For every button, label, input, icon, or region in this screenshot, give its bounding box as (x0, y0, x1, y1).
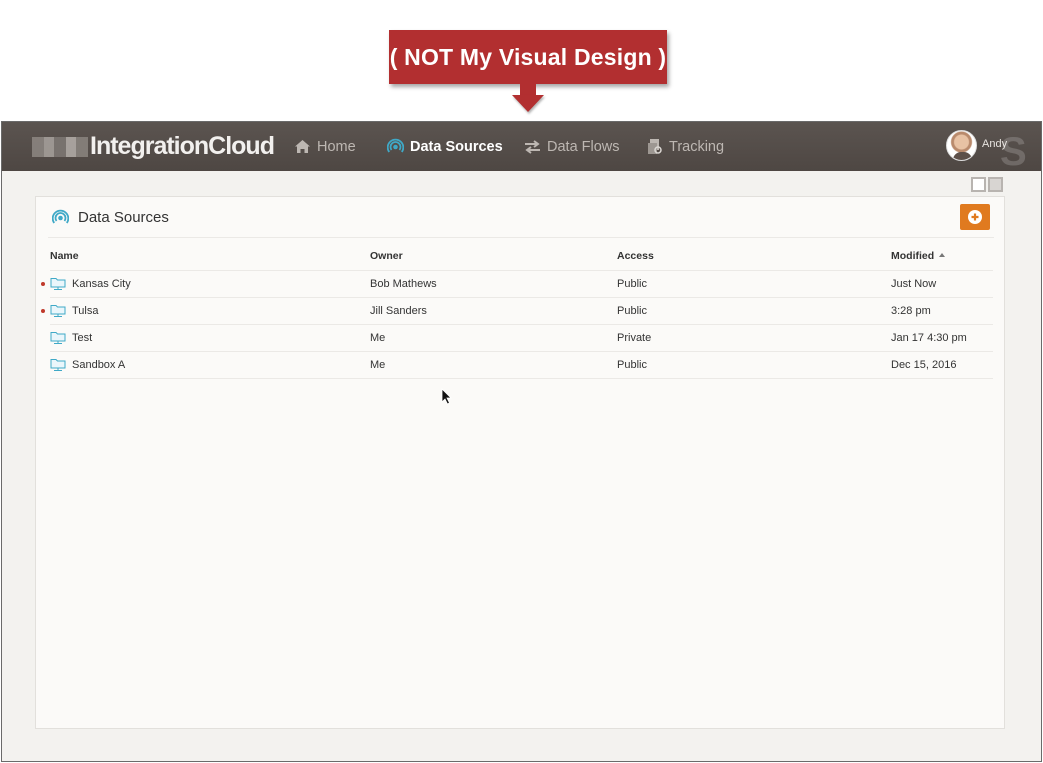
column-header-modified[interactable]: Modified (891, 243, 993, 270)
app-logo-text[interactable]: IntegrationCloud (90, 130, 275, 162)
data-source-link[interactable]: Test (72, 332, 92, 344)
annotation-text: ( NOT My Visual Design ) (389, 43, 667, 70)
blurred-logo-icon (32, 137, 88, 157)
owner-cell: Bob Mathews (370, 269, 617, 297)
nav-home[interactable]: Home (294, 122, 356, 171)
table-row[interactable]: Tulsa Jill Sanders Public 3:28 pm (41, 296, 993, 324)
mouse-cursor-icon (441, 388, 452, 405)
folder-network-icon (50, 278, 66, 290)
folder-network-icon (50, 305, 66, 317)
column-header-owner[interactable]: Owner (370, 243, 617, 270)
access-cell: Public (617, 269, 891, 297)
column-header-name[interactable]: Name (50, 243, 370, 270)
split-pane-icon[interactable] (988, 177, 1003, 192)
annotation-callout: ( NOT My Visual Design ) (389, 30, 667, 84)
nav-data-flows-label: Data Flows (547, 138, 620, 155)
access-cell: Public (617, 350, 891, 379)
app-window: IntegrationCloud Home Data Sources Data … (1, 121, 1042, 762)
access-cell: Public (617, 296, 891, 324)
folder-network-icon (50, 332, 66, 344)
user-avatar[interactable] (946, 130, 977, 161)
column-header-access[interactable]: Access (617, 243, 891, 270)
access-cell: Private (617, 323, 891, 351)
unread-indicator (41, 281, 45, 286)
owner-cell: Me (370, 350, 617, 379)
annotation-arrow-icon (512, 95, 544, 112)
nav-data-sources-label: Data Sources (410, 138, 503, 155)
table-row[interactable]: Sandbox A Me Public Dec 15, 2016 (50, 350, 993, 379)
folder-network-icon (50, 359, 66, 371)
layout-toggle[interactable] (971, 177, 1003, 192)
watermark-icon: S (1000, 130, 1027, 174)
nav-tracking[interactable]: Tracking (647, 122, 724, 171)
data-flows-icon (525, 139, 540, 154)
unread-indicator (41, 308, 45, 313)
data-source-link[interactable]: Tulsa (72, 305, 99, 317)
data-source-link[interactable]: Sandbox A (72, 359, 125, 371)
add-data-source-button[interactable] (960, 204, 990, 230)
modified-cell: Jan 17 4:30 pm (891, 323, 993, 351)
data-sources-panel: Data Sources Name Owner Access Modified (35, 196, 1005, 729)
owner-cell: Jill Sanders (370, 296, 617, 324)
single-pane-icon[interactable] (971, 177, 986, 192)
modified-cell: Dec 15, 2016 (891, 350, 993, 379)
panel-title: Data Sources (78, 209, 169, 226)
owner-cell: Me (370, 323, 617, 351)
sort-ascending-icon (939, 253, 946, 258)
data-source-link[interactable]: Kansas City (72, 278, 131, 290)
nav-tracking-label: Tracking (669, 138, 725, 155)
table-row[interactable]: Kansas City Bob Mathews Public Just Now (41, 269, 993, 297)
data-sources-icon (387, 138, 404, 153)
data-sources-table: Name Owner Access Modified Kansas City B… (41, 243, 993, 379)
modified-cell: 3:28 pm (891, 296, 993, 324)
modified-cell: Just Now (891, 269, 993, 297)
tracking-icon (648, 139, 662, 154)
nav-data-flows[interactable]: Data Flows (524, 122, 620, 171)
panel-header: Data Sources (36, 197, 1004, 239)
nav-data-sources[interactable]: Data Sources (387, 122, 503, 171)
plus-circle-icon (968, 210, 982, 224)
data-sources-icon (52, 209, 69, 224)
home-icon (295, 140, 310, 153)
panel-divider (48, 237, 994, 238)
nav-home-label: Home (317, 138, 356, 155)
table-header-row: Name Owner Access Modified (50, 243, 993, 270)
table-row[interactable]: Test Me Private Jan 17 4:30 pm (50, 323, 993, 351)
top-navigation-bar: IntegrationCloud Home Data Sources Data … (2, 122, 1041, 174)
